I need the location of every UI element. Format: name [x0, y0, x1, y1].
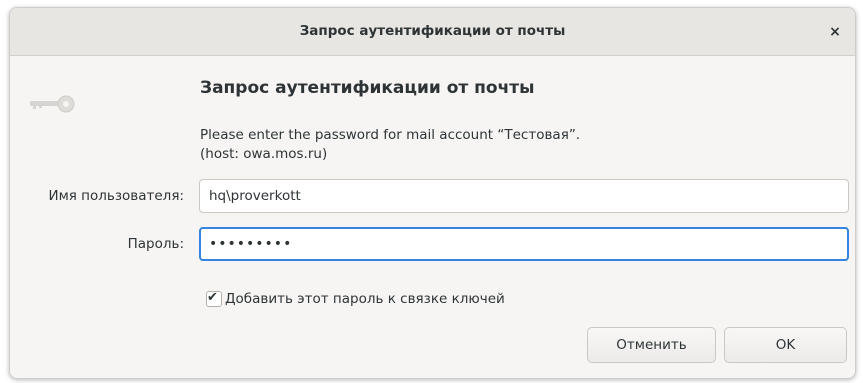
- titlebar[interactable]: Запрос аутентификации от почты ×: [10, 8, 855, 56]
- remember-password-checkbox[interactable]: ✔ Добавить этот пароль к связке ключей: [206, 289, 505, 309]
- cancel-button[interactable]: Отменить: [587, 327, 716, 363]
- password-label: Пароль:: [127, 236, 184, 252]
- key-icon: [30, 95, 75, 113]
- message-line-account: Please enter the password for mail accou…: [200, 127, 581, 143]
- password-field[interactable]: [199, 227, 849, 261]
- username-field[interactable]: [199, 179, 849, 213]
- message-line-host: (host: owa.mos.ru): [200, 146, 328, 162]
- username-label: Имя пользователя:: [48, 188, 184, 204]
- close-icon: ×: [829, 24, 841, 40]
- remember-password-label[interactable]: Добавить этот пароль к связке ключей: [225, 291, 505, 307]
- checkmark-icon: ✔: [207, 290, 218, 305]
- auth-dialog-window: Запрос аутентификации от почты × Запрос …: [9, 7, 856, 379]
- ok-button[interactable]: OK: [724, 327, 847, 363]
- dialog-message: Please enter the password for mail accou…: [200, 126, 580, 164]
- dialog-heading: Запрос аутентификации от почты: [200, 78, 535, 98]
- checkbox-box[interactable]: ✔: [206, 290, 222, 307]
- window-title: Запрос аутентификации от почты: [299, 23, 566, 39]
- close-button[interactable]: ×: [825, 22, 845, 42]
